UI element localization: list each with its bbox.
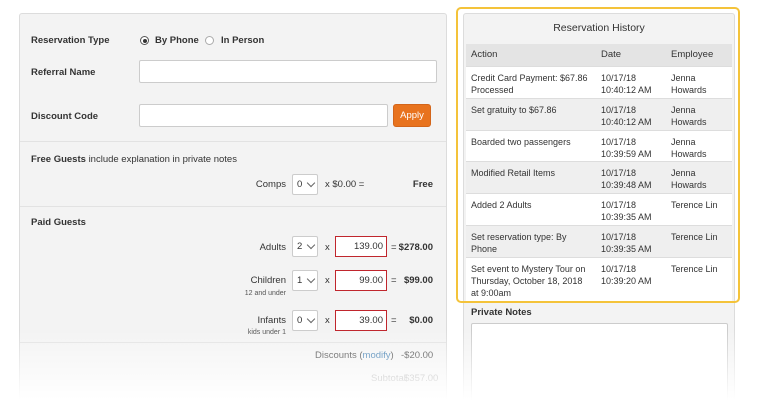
children-times: x xyxy=(325,275,330,286)
in-person-label: In Person xyxy=(221,35,265,46)
adults-qty-select[interactable]: 2 xyxy=(292,236,318,257)
infants-label: Infants xyxy=(257,315,286,326)
infants-price-input[interactable]: 39.00 xyxy=(335,310,387,331)
by-phone-radio[interactable] xyxy=(140,36,149,45)
private-notes-textarea[interactable] xyxy=(471,323,728,400)
infants-qty-select[interactable]: 0 xyxy=(292,310,318,331)
chevron-down-icon xyxy=(306,274,316,284)
divider xyxy=(20,342,446,343)
chevron-down-icon xyxy=(306,240,316,250)
adults-times: x xyxy=(325,242,330,253)
history-highlight-frame xyxy=(456,7,740,303)
free-guests-title: Free Guests include explanation in priva… xyxy=(31,154,237,165)
infants-amount: $0.00 xyxy=(409,315,433,326)
comps-price: x $0.00 = xyxy=(325,179,365,190)
by-phone-label: By Phone xyxy=(155,35,199,46)
discount-code-input[interactable] xyxy=(139,104,388,127)
modify-discounts-link[interactable]: modify xyxy=(363,350,391,361)
private-notes-label: Private Notes xyxy=(471,307,532,318)
discounts-label: Discounts xyxy=(315,350,357,361)
free-guests-hint: include explanation in private notes xyxy=(88,154,237,165)
infants-qty-value: 0 xyxy=(297,315,303,326)
infants-times: x xyxy=(325,315,330,326)
discounts-amount: -$20.00 xyxy=(401,350,434,361)
discount-code-label: Discount Code xyxy=(31,111,99,122)
chevron-down-icon xyxy=(306,178,316,188)
infants-sub: kids under 1 xyxy=(247,329,286,336)
reservation-form-panel: Reservation Type By Phone In Person Refe… xyxy=(19,13,447,400)
comps-qty-value: 0 xyxy=(297,179,303,190)
children-amount: $99.00 xyxy=(403,275,433,286)
adults-amount: $278.00 xyxy=(398,242,433,253)
subtotal-amount: $357.00 xyxy=(404,373,439,384)
free-guests-title-text: Free Guests xyxy=(31,154,86,165)
children-price-input[interactable]: 99.00 xyxy=(335,270,387,291)
reservation-type-label: Reservation Type xyxy=(31,35,110,46)
children-qty-value: 1 xyxy=(297,275,303,286)
discounts-line: Discounts (modify) xyxy=(315,350,394,361)
referral-name-input[interactable] xyxy=(139,60,437,83)
apply-discount-button[interactable]: Apply xyxy=(393,104,431,127)
referral-name-label: Referral Name xyxy=(31,67,96,78)
subtotal-label: Subtotal xyxy=(371,373,406,384)
children-label: Children xyxy=(250,275,286,286)
comps-qty-select[interactable]: 0 xyxy=(292,174,318,195)
children-qty-select[interactable]: 1 xyxy=(292,270,318,291)
comps-amount: Free xyxy=(412,179,433,190)
adults-label: Adults xyxy=(259,242,286,253)
comps-label: Comps xyxy=(255,179,286,190)
adults-qty-value: 2 xyxy=(297,241,303,252)
chevron-down-icon xyxy=(306,314,316,324)
divider xyxy=(20,141,446,142)
children-sub: 12 and under xyxy=(244,290,286,297)
in-person-radio[interactable] xyxy=(205,36,214,45)
adults-price-input[interactable]: 139.00 xyxy=(335,236,387,257)
paid-guests-title: Paid Guests xyxy=(31,217,86,228)
divider xyxy=(20,206,446,207)
